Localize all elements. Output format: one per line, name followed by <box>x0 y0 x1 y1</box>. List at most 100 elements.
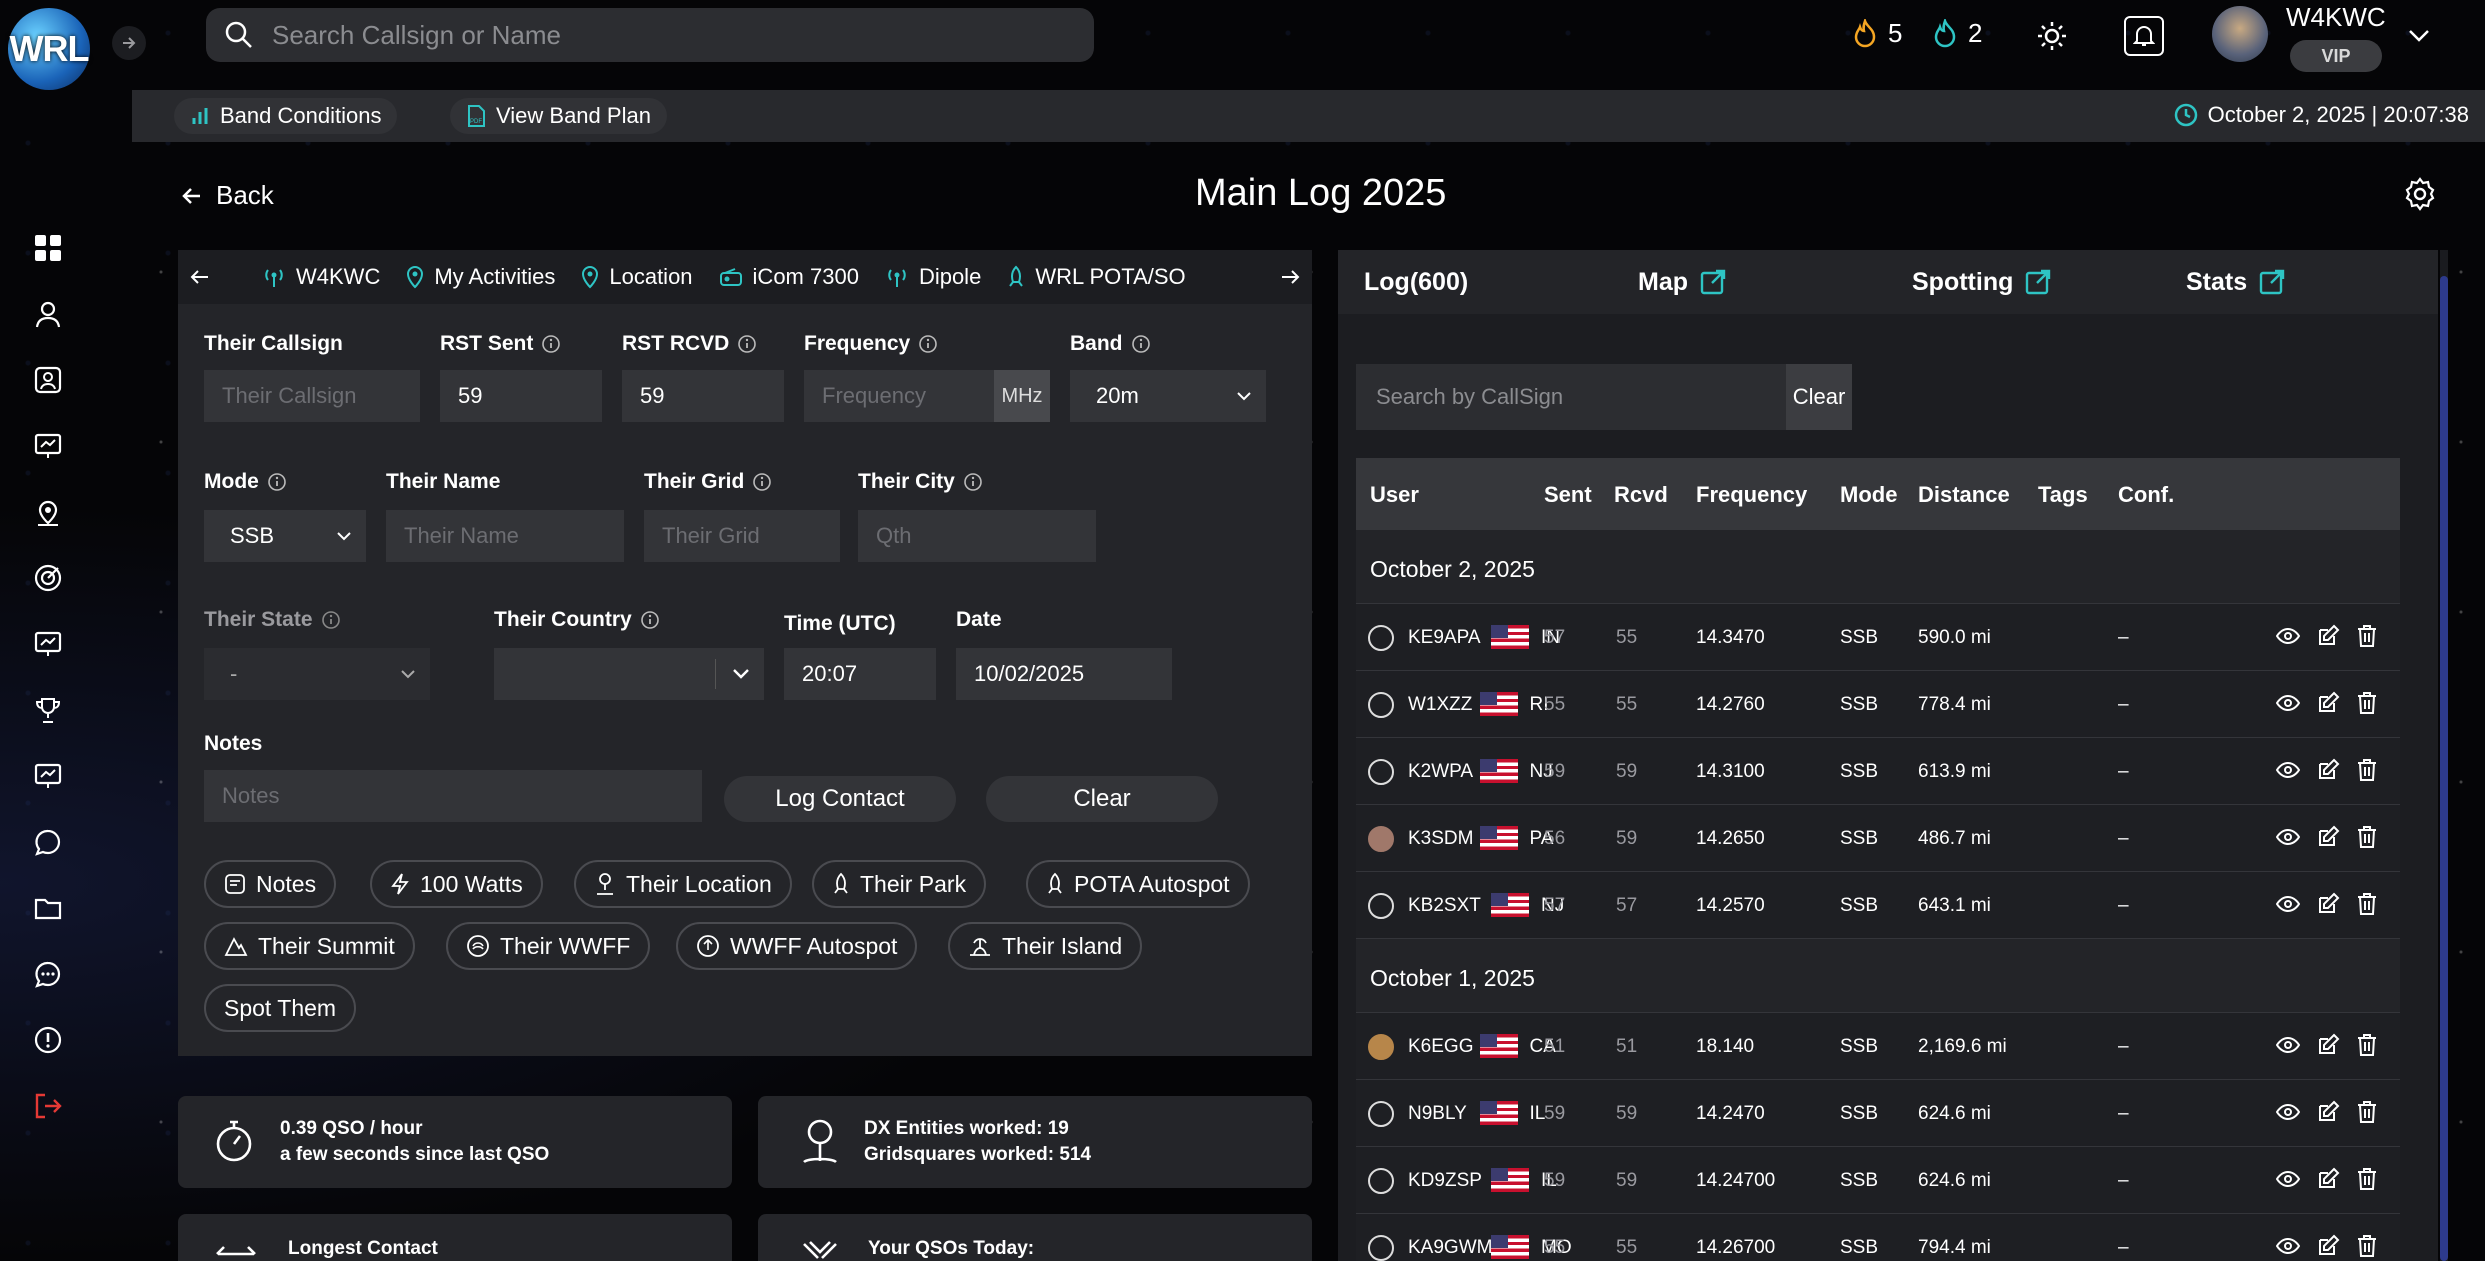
clear-search-button[interactable]: Clear <box>1786 364 1852 430</box>
row-callsign[interactable]: K2WPA <box>1408 761 1473 783</box>
row-callsign[interactable]: KD9ZSP <box>1408 1170 1482 1192</box>
chip-their-park[interactable]: Their Park <box>812 860 987 908</box>
log-contact-button[interactable]: Log Contact <box>724 776 956 822</box>
table-row[interactable]: K2WPA NJ 59 59 14.3100 SSB 613.9 mi – <box>1356 738 2400 805</box>
tab-pota[interactable]: WRL POTA/SO <box>1007 264 1186 290</box>
chip-notes[interactable]: Notes <box>204 860 337 908</box>
table-row[interactable]: K3SDM PA 56 59 14.2650 SSB 486.7 mi – <box>1356 805 2400 872</box>
chip-watts[interactable]: 100 Watts <box>370 860 543 908</box>
their-name-input[interactable] <box>386 510 624 562</box>
sidebar-item-alerts[interactable] <box>30 1022 66 1058</box>
date-input[interactable] <box>956 648 1172 700</box>
row-callsign[interactable]: N9BLY <box>1408 1103 1467 1125</box>
eye-icon[interactable] <box>2276 758 2300 782</box>
edit-icon[interactable] <box>2316 1234 2340 1258</box>
notifications-button[interactable] <box>2124 16 2164 56</box>
trash-icon[interactable] <box>2356 1033 2378 1057</box>
view-band-plan-button[interactable]: PDF View Band Plan <box>450 98 667 134</box>
sidebar-item-stats[interactable] <box>30 626 66 662</box>
col-tags[interactable]: Tags <box>2038 482 2088 508</box>
row-callsign[interactable]: KA9GWM <box>1408 1237 1492 1259</box>
sidebar-item-chat[interactable] <box>30 824 66 860</box>
tab-log[interactable]: Log(600) <box>1364 268 1468 297</box>
tab-my-activities[interactable]: My Activities <box>406 264 555 290</box>
edit-icon[interactable] <box>2316 892 2340 916</box>
col-mode[interactable]: Mode <box>1840 482 1897 508</box>
sidebar-item-map[interactable] <box>30 494 66 530</box>
col-rcvd[interactable]: Rcvd <box>1614 482 1668 508</box>
chip-their-summit[interactable]: Their Summit <box>204 922 415 970</box>
sidebar-item-reports[interactable] <box>30 758 66 794</box>
row-callsign[interactable]: K3SDM <box>1408 828 1473 850</box>
eye-icon[interactable] <box>2276 1033 2300 1057</box>
col-distance[interactable]: Distance <box>1918 482 2010 508</box>
table-row[interactable]: KA9GWM MO 55 55 14.26700 SSB 794.4 mi – <box>1356 1214 2400 1261</box>
streak-teal[interactable]: 2 <box>1932 18 1982 49</box>
sidebar-item-awards[interactable] <box>30 560 66 596</box>
trash-icon[interactable] <box>2356 624 2378 648</box>
wrl-logo[interactable]: WRL <box>8 8 90 90</box>
eye-icon[interactable] <box>2276 1167 2300 1191</box>
tab-stats[interactable]: Stats <box>2186 268 2285 297</box>
sidebar-item-contacts[interactable] <box>30 362 66 398</box>
sidebar-item-logbook[interactable] <box>30 428 66 464</box>
theme-toggle-button[interactable] <box>2032 18 2072 54</box>
edit-icon[interactable] <box>2316 691 2340 715</box>
expand-sidebar-button[interactable] <box>112 26 146 60</box>
time-input[interactable] <box>784 648 936 700</box>
row-callsign[interactable]: W1XZZ <box>1408 694 1472 716</box>
trash-icon[interactable] <box>2356 1234 2378 1258</box>
row-callsign[interactable]: KB2SXT <box>1408 895 1481 917</box>
table-row[interactable]: KD9ZSP IL 59 59 14.24700 SSB 624.6 mi – <box>1356 1147 2400 1214</box>
col-sent[interactable]: Sent <box>1544 482 1592 508</box>
chip-their-location[interactable]: Their Location <box>574 860 792 908</box>
tabs-scroll-right[interactable] <box>1268 269 1312 285</box>
eye-icon[interactable] <box>2276 825 2300 849</box>
tab-map[interactable]: Map <box>1638 268 1726 297</box>
edit-icon[interactable] <box>2316 825 2340 849</box>
frequency-input[interactable] <box>804 370 994 422</box>
band-conditions-button[interactable]: Band Conditions <box>174 98 398 134</box>
search-input[interactable] <box>272 19 1052 51</box>
row-callsign[interactable]: KE9APA <box>1408 627 1481 649</box>
chip-wwff-autospot[interactable]: WWFF Autospot <box>676 922 918 970</box>
chip-pota-autospot[interactable]: POTA Autospot <box>1026 860 1250 908</box>
table-row[interactable]: KE9APA IN 57 55 14.3470 SSB 590.0 mi – <box>1356 604 2400 671</box>
table-row[interactable]: K6EGG CA 51 51 18.140 SSB 2,169.6 mi – <box>1356 1013 2400 1080</box>
sidebar-item-messages[interactable] <box>30 956 66 992</box>
table-row[interactable]: N9BLY IL 59 59 14.2470 SSB 624.6 mi – <box>1356 1080 2400 1147</box>
trash-icon[interactable] <box>2356 892 2378 916</box>
eye-icon[interactable] <box>2276 1100 2300 1124</box>
user-avatar[interactable] <box>2212 6 2268 62</box>
rst-sent-input[interactable] <box>440 370 602 422</box>
band-select[interactable]: 20m <box>1070 370 1266 422</box>
tab-location[interactable]: Location <box>581 264 693 290</box>
eye-icon[interactable] <box>2276 892 2300 916</box>
eye-icon[interactable] <box>2276 624 2300 648</box>
eye-icon[interactable] <box>2276 1234 2300 1258</box>
eye-icon[interactable] <box>2276 691 2300 715</box>
col-frequency[interactable]: Frequency <box>1696 482 1807 508</box>
log-scrollbar[interactable] <box>2440 250 2448 1261</box>
scroll-thumb[interactable] <box>2440 276 2448 1261</box>
tabs-scroll-left[interactable] <box>178 269 222 285</box>
edit-icon[interactable] <box>2316 758 2340 782</box>
log-settings-button[interactable] <box>2402 176 2438 212</box>
chip-their-island[interactable]: Their Island <box>948 922 1143 970</box>
trash-icon[interactable] <box>2356 691 2378 715</box>
table-row[interactable]: W1XZZ RI 55 55 14.2760 SSB 778.4 mi – <box>1356 671 2400 738</box>
tab-callsign[interactable]: W4KWC <box>262 264 380 290</box>
trash-icon[interactable] <box>2356 758 2378 782</box>
row-callsign[interactable]: K6EGG <box>1408 1036 1473 1058</box>
back-button[interactable]: Back <box>180 180 274 211</box>
chip-their-wwff[interactable]: Their WWFF <box>446 922 651 970</box>
their-state-select[interactable]: - <box>204 648 430 700</box>
mode-select[interactable]: SSB <box>204 510 366 562</box>
trash-icon[interactable] <box>2356 1167 2378 1191</box>
streak-orange[interactable]: 5 <box>1852 18 1902 49</box>
tab-radio[interactable]: iCom 7300 <box>719 264 859 290</box>
their-country-select[interactable] <box>494 648 764 700</box>
sidebar-item-files[interactable] <box>30 890 66 926</box>
their-callsign-input[interactable] <box>204 370 420 422</box>
chip-spot-them[interactable]: Spot Them <box>204 984 357 1032</box>
